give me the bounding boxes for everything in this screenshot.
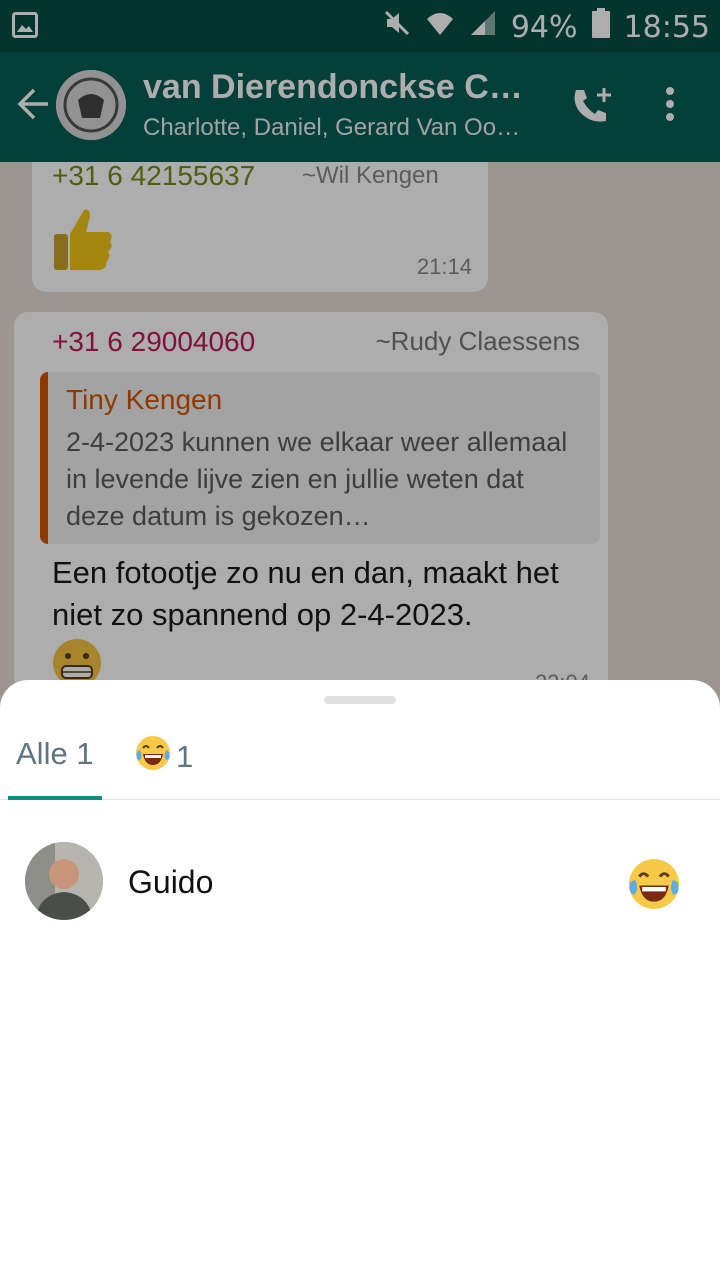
laughing-count: 1 [176, 739, 194, 774]
tab-all[interactable]: Alle 1 [16, 736, 94, 772]
laughing-crying-emoji-icon [626, 856, 682, 917]
reactions-sheet: Alle 1 1 Guido [0, 680, 720, 1280]
reactor-name: Guido [128, 864, 214, 900]
avatar[interactable] [25, 842, 103, 920]
reaction-tabs: Alle 1 1 [0, 730, 720, 800]
active-tab-indicator [8, 796, 102, 800]
drag-handle[interactable] [324, 696, 396, 704]
laughing-crying-emoji-icon [134, 734, 172, 780]
list-item[interactable]: Guido [0, 840, 720, 924]
tab-laughing[interactable]: 1 [134, 734, 193, 780]
